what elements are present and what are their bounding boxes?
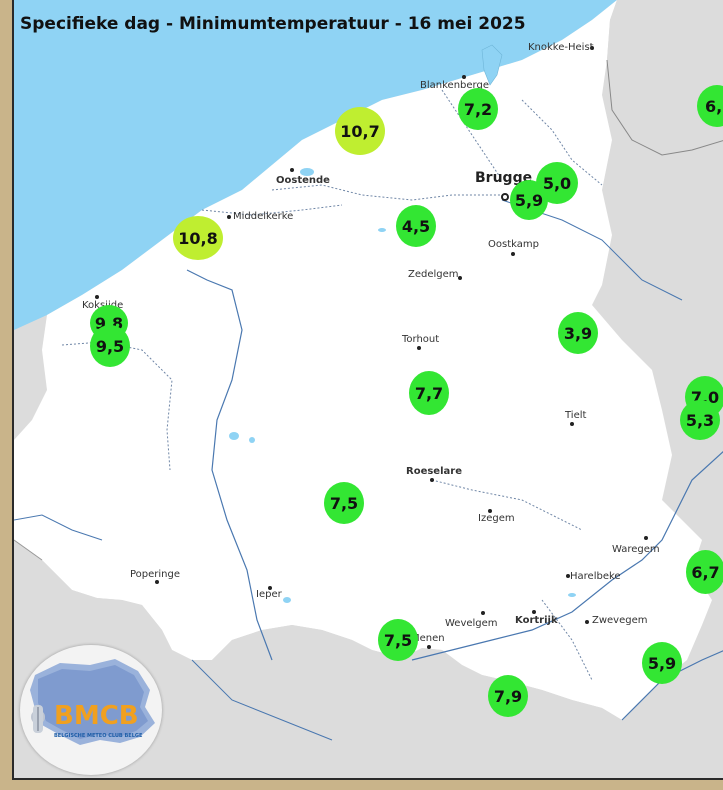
- temperature-value: 10,7: [340, 121, 380, 141]
- temperature-reading[interactable]: 10,8: [173, 216, 223, 260]
- place-torhout: Torhout: [402, 334, 440, 345]
- temperature-value: 6,7: [691, 562, 720, 582]
- place-poperinge: Poperinge: [130, 569, 181, 580]
- map-frame: Knokke-Heist Blankenberge Oostende Brugg…: [0, 0, 723, 790]
- place-dot: [644, 536, 648, 540]
- bmcb-logo: BMCB BELGISCHE METEO CLUB BELGE: [20, 645, 162, 775]
- temperature-reading[interactable]: 10,7: [335, 107, 385, 155]
- temperature-reading[interactable]: 3,9: [558, 312, 598, 354]
- temperature-value: 5,9: [514, 190, 544, 210]
- map-title: Specifieke dag - Minimumtemperatuur - 16…: [20, 14, 526, 34]
- place-dot: [458, 276, 462, 280]
- temperature-reading[interactable]: 4,5: [396, 205, 436, 247]
- place-dot: [417, 346, 421, 350]
- place-dot-city: [501, 193, 509, 201]
- place-harelbeke: Harelbeke: [570, 571, 621, 582]
- place-wevelgem: Wevelgem: [445, 618, 498, 629]
- place-dot: [227, 215, 231, 219]
- temperature-reading[interactable]: 7,5: [324, 482, 364, 524]
- place-dot: [462, 75, 466, 79]
- logo-text: BMCB: [54, 701, 139, 731]
- place-kortrijk: Kortrijk: [515, 615, 558, 626]
- place-zwevegem: Zwevegem: [592, 615, 648, 626]
- place-dot: [290, 168, 294, 172]
- temperature-reading[interactable]: 6,7: [686, 550, 723, 594]
- temperature-value: 7,5: [383, 630, 413, 650]
- temperature-reading[interactable]: 9,5: [90, 325, 130, 367]
- place-dot: [427, 645, 431, 649]
- logo-subtitle: BELGISCHE METEO CLUB BELGE: [54, 733, 143, 739]
- place-izegem: Izegem: [478, 513, 515, 524]
- temperature-reading[interactable]: 5,3: [680, 400, 720, 440]
- temperature-value: 7,5: [329, 493, 359, 513]
- place-roeselare: Roeselare: [406, 466, 462, 477]
- temperature-value: 7,9: [493, 686, 523, 706]
- temperature-value: 5,0: [542, 173, 572, 193]
- temperature-value: 6,7: [705, 96, 723, 116]
- temperature-value: 4,5: [401, 216, 431, 236]
- place-tielt: Tielt: [565, 410, 587, 421]
- temperature-value: 3,9: [563, 323, 593, 343]
- temperature-value: 10,8: [178, 228, 218, 248]
- temperature-reading[interactable]: 7,7: [409, 371, 449, 415]
- temperature-value: 7,7: [414, 383, 444, 403]
- place-knokke-heist: Knokke-Heist: [528, 42, 594, 53]
- place-dot: [155, 580, 159, 584]
- place-dot: [511, 252, 515, 256]
- temperature-reading[interactable]: 7,2: [458, 88, 498, 130]
- place-ieper: Ieper: [256, 589, 282, 600]
- place-middelkerke: Middelkerke: [233, 211, 294, 222]
- temperature-reading[interactable]: 7,9: [488, 675, 528, 717]
- place-dot: [570, 422, 574, 426]
- place-dot: [430, 478, 434, 482]
- place-waregem: Waregem: [612, 544, 660, 555]
- temperature-value: 5,9: [647, 653, 677, 673]
- temperature-reading[interactable]: 5,9: [510, 180, 548, 220]
- place-dot: [481, 611, 485, 615]
- temperature-reading[interactable]: 7,5: [378, 619, 418, 661]
- place-dot: [532, 610, 536, 614]
- place-zedelgem: Zedelgem: [408, 269, 459, 280]
- temperature-value: 7,2: [463, 99, 493, 119]
- temperature-reading[interactable]: 5,9: [642, 642, 682, 684]
- temperature-value: 5,3: [685, 410, 715, 430]
- place-dot: [585, 620, 589, 624]
- place-dot: [95, 295, 99, 299]
- place-oostende: Oostende: [276, 175, 330, 186]
- temperature-value: 9,5: [95, 336, 125, 356]
- place-oostkamp: Oostkamp: [488, 239, 539, 250]
